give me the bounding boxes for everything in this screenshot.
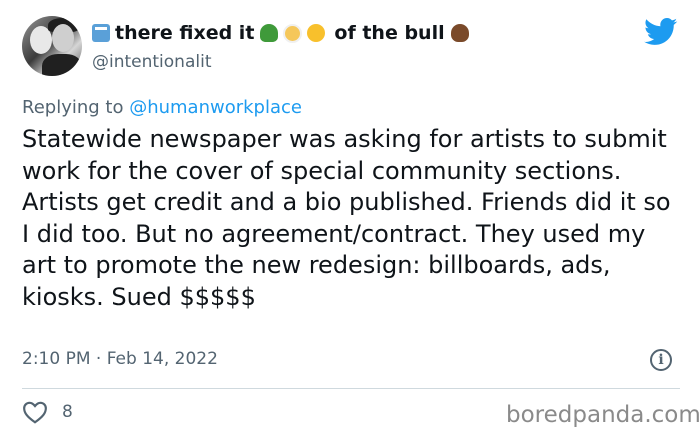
baby-angel-icon [283,23,303,43]
display-name[interactable]: there fixed it of the bull [92,22,474,44]
display-name-suffix: of the bull [334,22,445,44]
newspaper-box-icon [92,24,110,42]
avatar[interactable] [22,16,82,76]
replying-label: Replying to [22,97,130,118]
like-button[interactable]: 8 [22,400,73,424]
info-icon[interactable]: i [650,349,672,371]
tweet-timestamp[interactable]: 2:10 PM · Feb 14, 2022 [22,349,218,369]
watermark: boredpanda.com [506,402,700,428]
heart-icon [23,401,47,424]
tweet-text: Statewide newspaper was asking for artis… [22,125,671,311]
reply-mention-link[interactable]: @humanworkplace [129,97,302,118]
twitter-bird-icon[interactable] [644,18,678,46]
turtle-icon [260,24,279,42]
user-handle[interactable]: @intentionalit [92,52,212,72]
replying-to: Replying to @humanworkplace [22,97,302,118]
sleepy-face-icon [307,24,326,42]
like-count: 8 [62,402,73,422]
divider [22,388,680,389]
display-name-prefix: there fixed it [115,22,255,44]
poop-icon [450,24,469,42]
